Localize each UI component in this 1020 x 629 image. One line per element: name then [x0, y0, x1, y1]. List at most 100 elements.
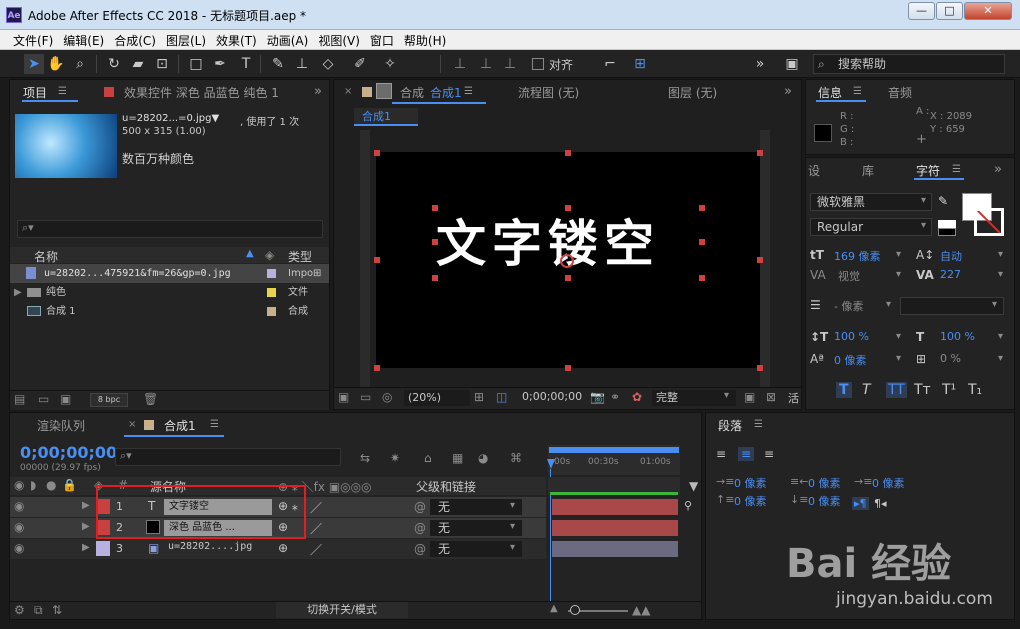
panel-overflow-icon[interactable]: »	[994, 162, 1002, 177]
close-tab-icon[interactable]: ×	[344, 86, 352, 97]
layer-label-swatch[interactable]	[96, 541, 110, 556]
in-out-icon[interactable]: ⧉	[34, 603, 43, 618]
render-time-icon[interactable]: ⚙	[14, 603, 25, 617]
expand-arrow-icon[interactable]: ▶	[82, 500, 90, 511]
snap-target-icon[interactable]: ⊞	[630, 54, 650, 74]
video-visibility-icon[interactable]: ◉	[14, 499, 24, 513]
align-left-icon[interactable]: ≡	[716, 447, 726, 461]
tab-flowchart[interactable]: 流程图 (无)	[518, 84, 579, 101]
expand-arrow-icon[interactable]: ▶	[14, 283, 22, 302]
shy-switch-icon[interactable]: ⊕	[278, 541, 288, 555]
channel-icon[interactable]: ✿	[632, 390, 642, 404]
indent-right-value[interactable]: 0 像素	[808, 475, 841, 491]
shy-layers-icon[interactable]: ⌂	[424, 451, 432, 465]
active-camera-label[interactable]: 活	[788, 390, 799, 406]
tab-project[interactable]: 项目	[23, 84, 47, 101]
menu-window[interactable]: 窗口	[365, 30, 399, 51]
tab-settings[interactable]: 设	[808, 162, 820, 179]
grid-icon[interactable]: ⊞	[474, 390, 484, 404]
vertical-scale-value[interactable]: 100 %	[834, 330, 869, 343]
parent-select[interactable]: 无	[430, 520, 522, 536]
font-size-value[interactable]: 169 像素	[834, 248, 881, 264]
space-after-value[interactable]: 0 像素	[808, 493, 841, 509]
layer-duration-bar[interactable]	[552, 541, 678, 557]
close-button[interactable]: ✕	[964, 2, 1012, 20]
rtl-direction-icon[interactable]: ¶◂	[874, 497, 887, 510]
eraser-tool-icon[interactable]: ◇	[318, 54, 338, 74]
monitor-icon[interactable]: ▭	[360, 390, 371, 404]
stroke-style-select[interactable]	[900, 297, 1004, 315]
eyedropper-icon[interactable]: ✎	[938, 194, 948, 208]
comp-menu-icon[interactable]: ☰	[464, 86, 473, 97]
font-style-select[interactable]: Regular	[810, 218, 932, 236]
motion-blur-icon[interactable]: ◕	[478, 451, 488, 465]
zoom-in-icon[interactable]: ▲▲	[632, 603, 650, 617]
workspace-icon[interactable]: ▣	[782, 54, 802, 74]
asset-name[interactable]: u=28202...=0.jpg▼	[122, 113, 219, 124]
toggle-switches-modes-button[interactable]: 切换开关/模式	[276, 602, 408, 618]
space-before-value[interactable]: 0 像素	[734, 493, 767, 509]
expand-arrow-icon[interactable]: ▶	[82, 521, 90, 532]
stroke-color-swatch[interactable]	[974, 208, 1004, 236]
small-caps-button[interactable]: Tт	[914, 382, 931, 398]
tsume-value[interactable]: 0 %	[940, 352, 961, 365]
project-menu-icon[interactable]: ☰	[58, 86, 67, 97]
layer-duration-bar[interactable]	[552, 499, 678, 515]
panel-overflow-icon[interactable]: »	[784, 84, 792, 99]
project-item-name[interactable]: 纯色	[46, 283, 66, 302]
anchor-point-icon[interactable]	[560, 254, 574, 268]
column-parent[interactable]: 父级和链接	[416, 478, 476, 495]
tab-character[interactable]: 字符	[916, 162, 940, 179]
parent-select[interactable]: 无	[430, 499, 522, 515]
show-snapshot-icon[interactable]: ⚭	[610, 390, 620, 404]
delete-icon[interactable]: 🗑	[143, 392, 158, 406]
new-comp-icon[interactable]: ▣	[60, 392, 71, 406]
no-fill-swatch[interactable]	[938, 220, 956, 228]
faux-italic-button[interactable]: T	[862, 382, 871, 398]
transparency-grid-icon[interactable]: ▣	[744, 390, 755, 404]
zoom-out-icon[interactable]: ▲	[550, 603, 558, 614]
project-search-input[interactable]	[17, 220, 323, 238]
puppet-tool-icon[interactable]: ✧	[380, 54, 400, 74]
timeline-timecode[interactable]: 0;00;00;00	[20, 443, 117, 462]
indent-left-value[interactable]: 0 像素	[734, 475, 767, 491]
toolbar-overflow-icon[interactable]: »	[750, 54, 770, 74]
rectangle-tool-icon[interactable]: □	[186, 54, 206, 74]
pan-behind-tool-icon[interactable]: ⊡	[152, 54, 172, 74]
quality-switch-icon[interactable]: ／	[310, 520, 322, 537]
leading-value[interactable]: 自动	[940, 248, 962, 264]
comp-marker-icon[interactable]: ▼	[689, 479, 698, 493]
clone-stamp-tool-icon[interactable]: ⊥	[292, 54, 312, 74]
chevron-down-icon[interactable]: ▾	[724, 390, 729, 401]
menu-view[interactable]: 视图(V)	[313, 30, 365, 51]
comp-mini-flowchart-icon[interactable]: ⇆	[360, 451, 370, 465]
tab-effect-controls[interactable]: 效果控件 深色 品蓝色 纯色 1	[124, 84, 279, 101]
tab-comp-label[interactable]: 合成	[400, 84, 424, 101]
maximize-button[interactable]: □	[936, 2, 963, 20]
tab-paragraph[interactable]: 段落	[718, 417, 742, 434]
faux-bold-button[interactable]: T	[836, 382, 852, 398]
tab-audio[interactable]: 音频	[888, 84, 912, 101]
font-family-select[interactable]: 微软雅黑	[810, 193, 932, 211]
zoom-select[interactable]: (20%)	[404, 390, 470, 406]
quality-switch-icon[interactable]: ／	[310, 541, 322, 558]
subscript-button[interactable]: T₁	[968, 382, 982, 398]
menu-effect[interactable]: 效果(T)	[211, 30, 262, 51]
comp-text-layer[interactable]: 文字镂空	[436, 204, 660, 276]
world-axis-icon[interactable]: ⊥	[476, 54, 496, 74]
all-caps-button[interactable]: TT	[886, 382, 907, 398]
lock-icon[interactable]	[376, 83, 392, 99]
rotate-tool-icon[interactable]: ↻	[104, 54, 124, 74]
interpret-footage-icon[interactable]: ▤	[14, 392, 25, 406]
info-menu-icon[interactable]: ☰	[853, 86, 862, 97]
layer-duration-bar[interactable]	[552, 520, 678, 536]
snap-option-icon[interactable]: ⌐	[600, 54, 620, 74]
zoom-tool-icon[interactable]: ⌕	[70, 54, 90, 74]
graph-editor-icon[interactable]: ⌘	[510, 451, 522, 465]
snap-checkbox[interactable]	[532, 58, 544, 70]
parent-select[interactable]: 无	[430, 541, 522, 557]
new-folder-icon[interactable]: ▭	[38, 392, 49, 406]
stretch-icon[interactable]: ⇅	[52, 603, 62, 617]
panel-overflow-icon[interactable]: »	[314, 84, 322, 99]
region-of-interest-icon[interactable]: ◫	[496, 390, 507, 404]
